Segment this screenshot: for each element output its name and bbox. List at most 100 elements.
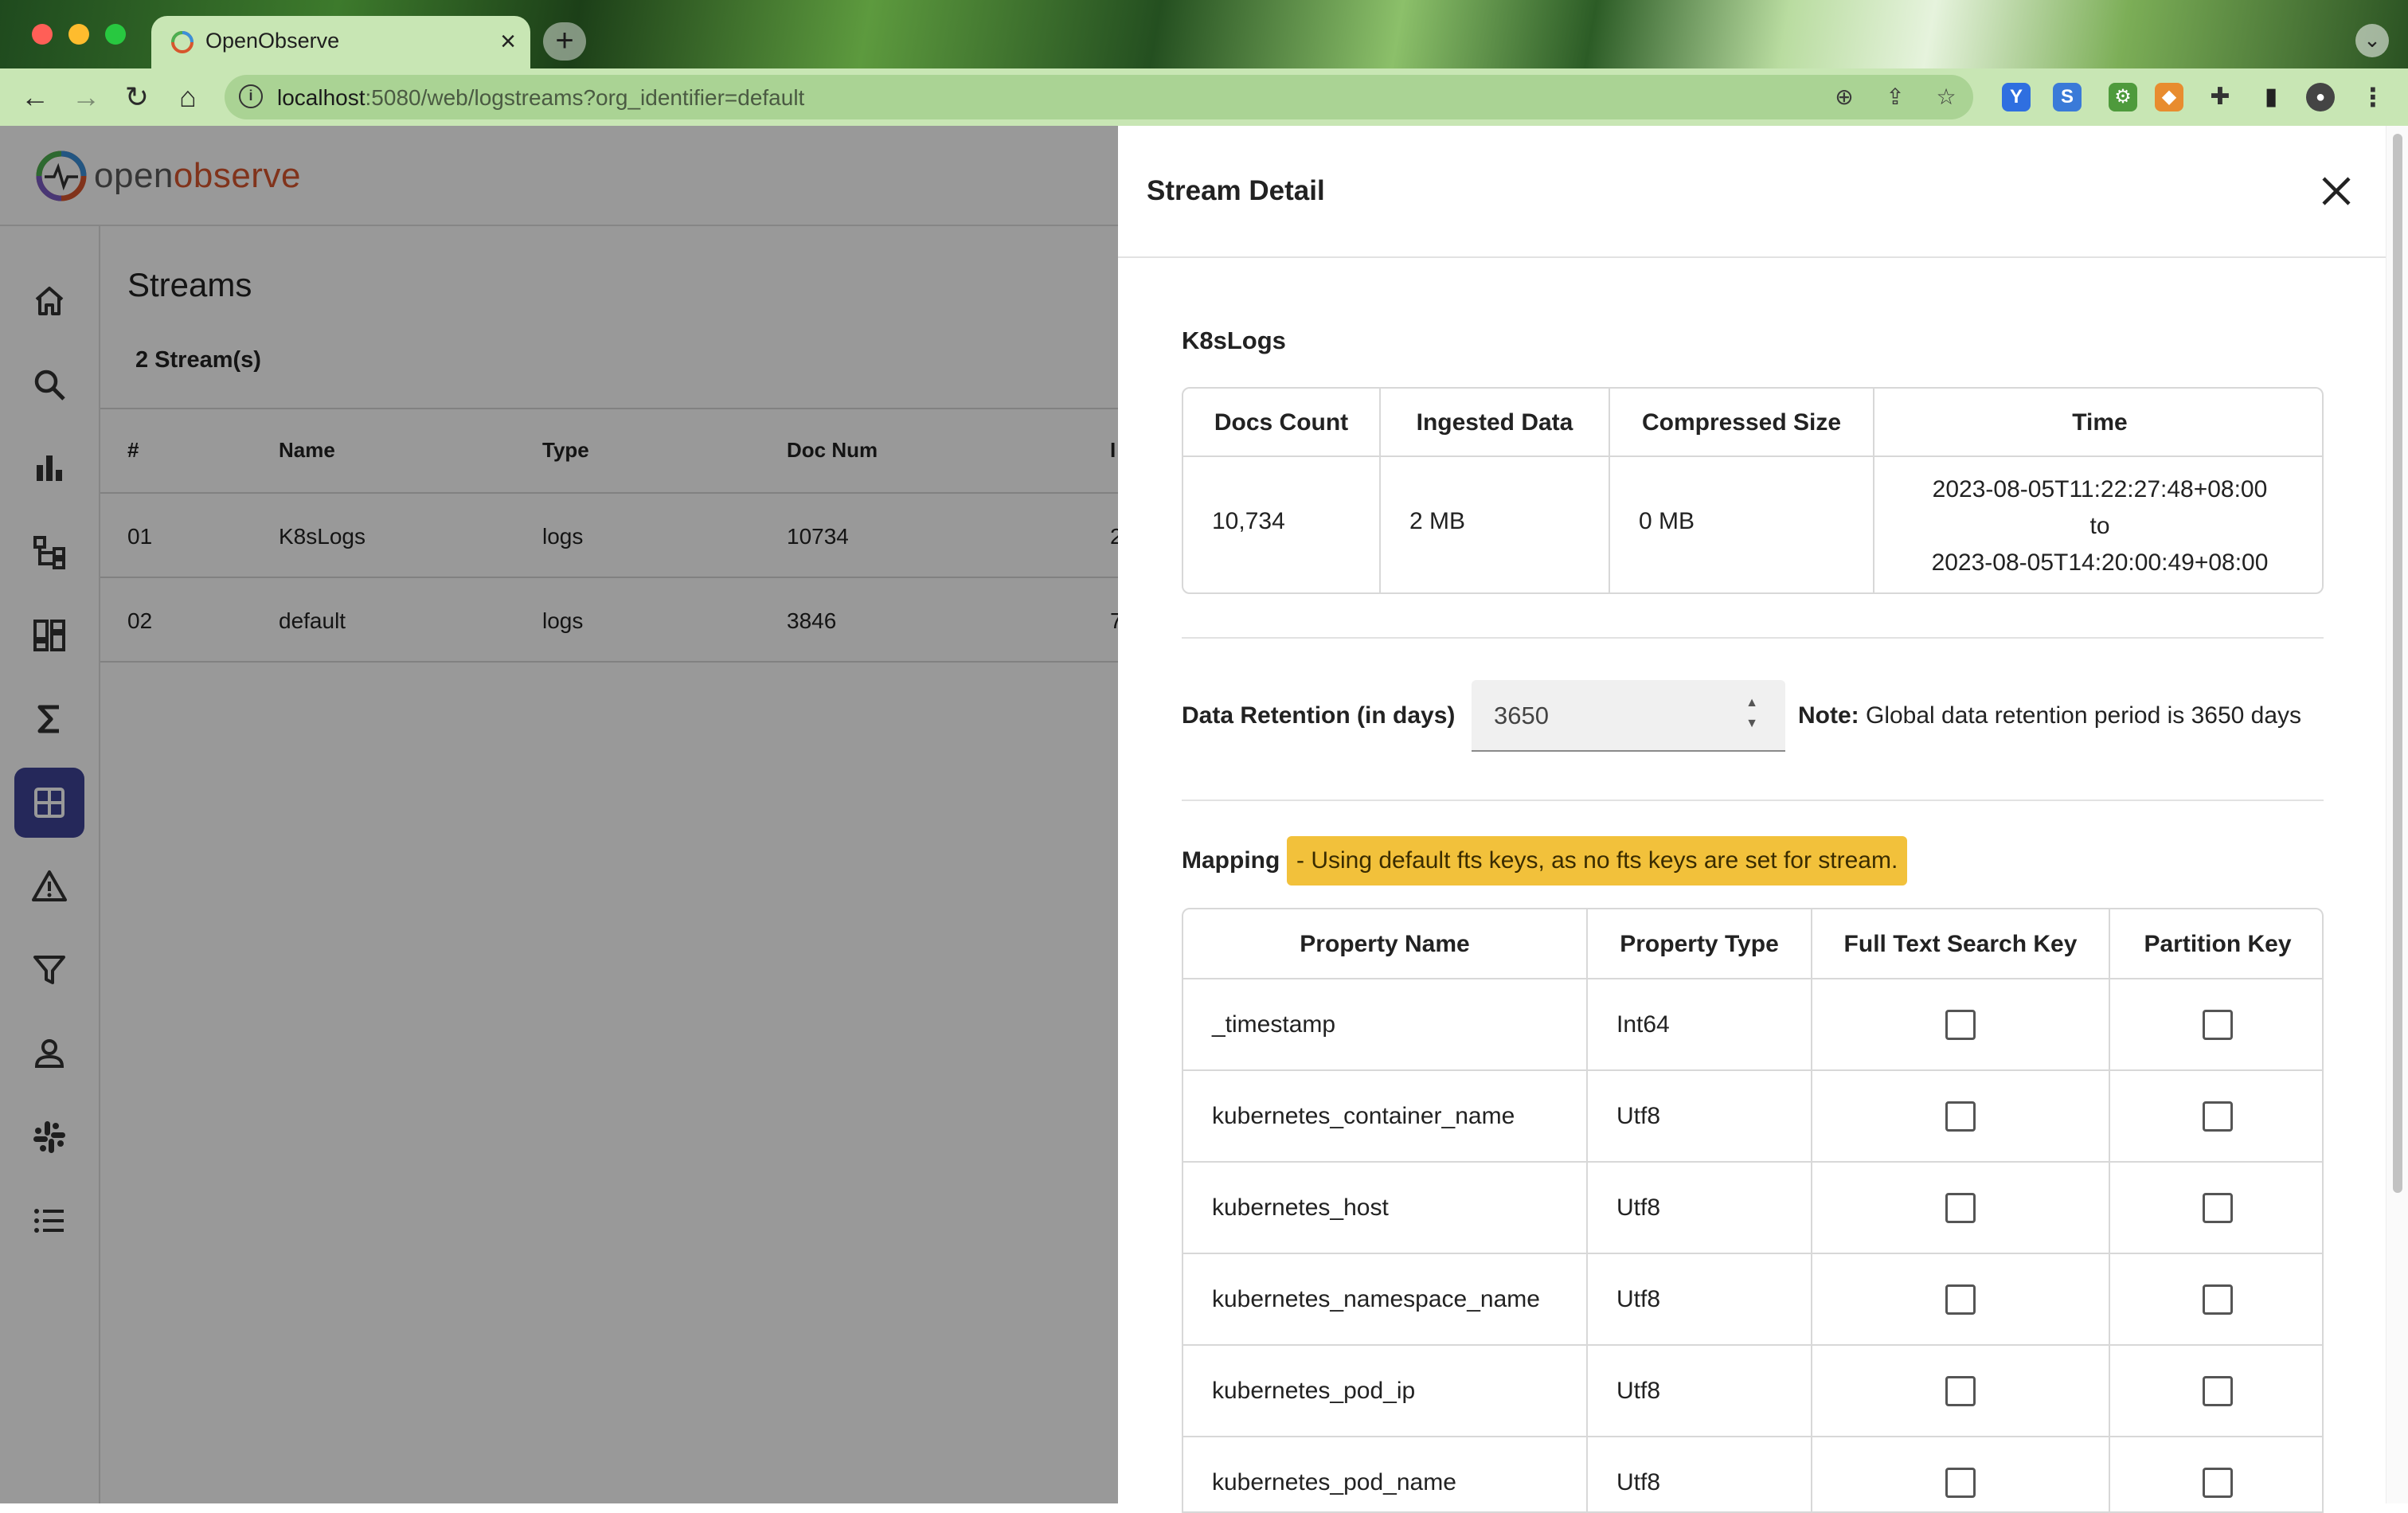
property-type: Utf8 <box>1616 1194 1661 1221</box>
drawer-scrollbar[interactable] <box>2386 126 2408 1503</box>
tab-title: OpenObserve <box>205 29 340 53</box>
tab-close-icon[interactable]: × <box>500 25 516 57</box>
compressed-value: 0 MB <box>1639 508 1695 534</box>
partition-key-checkbox[interactable] <box>2203 1192 2233 1223</box>
retention-label: Data Retention (in days) <box>1182 702 1456 729</box>
table-row: kubernetes_namespace_name Utf8 <box>1183 1254 2322 1346</box>
fts-key-checkbox[interactable] <box>1945 1192 1976 1223</box>
stepper-up-icon[interactable]: ▲ <box>1739 693 1765 713</box>
property-name: kubernetes_pod_ip <box>1212 1378 1416 1404</box>
divider <box>1182 800 2324 801</box>
time-to-word: to <box>2089 513 2110 539</box>
fts-key-checkbox[interactable] <box>1945 1284 1976 1315</box>
drawer-title: Stream Detail <box>1147 175 1325 206</box>
retention-value: 3650 <box>1494 702 1549 729</box>
fts-key-checkbox[interactable] <box>1945 1009 1976 1040</box>
forward-icon[interactable]: → <box>67 78 105 116</box>
property-type: Utf8 <box>1616 1286 1661 1312</box>
stats-header: Compressed Size <box>1610 389 1873 457</box>
stats-docs-count: Docs Count 10,734 <box>1183 389 1381 592</box>
mapping-table: Property Name Property Type Full Text Se… <box>1182 908 2324 1513</box>
side-panel-icon[interactable]: ▮ <box>2257 83 2285 111</box>
fts-key-checkbox[interactable] <box>1945 1375 1976 1406</box>
stream-detail-drawer: Stream Detail K8sLogs Docs Count 10,734 … <box>1118 126 2408 1513</box>
partition-key-checkbox[interactable] <box>2203 1284 2233 1315</box>
stepper-down-icon[interactable]: ▼ <box>1739 713 1765 734</box>
modal-backdrop[interactable] <box>0 126 1118 1503</box>
table-row: kubernetes_pod_ip Utf8 <box>1183 1346 2322 1437</box>
table-row: _timestamp Int64 <box>1183 979 2322 1071</box>
stats-header: Docs Count <box>1183 389 1379 457</box>
stats-compressed: Compressed Size 0 MB <box>1610 389 1874 592</box>
back-icon[interactable]: ← <box>16 78 54 116</box>
property-type: Utf8 <box>1616 1378 1661 1404</box>
window-close-button[interactable] <box>32 24 53 45</box>
time-from: 2023-08-05T11:22:27:48+08:00 <box>1932 476 2268 502</box>
window-minimize-button[interactable] <box>68 24 89 45</box>
browser-tab[interactable]: OpenObserve × <box>151 16 530 68</box>
partition-key-checkbox[interactable] <box>2203 1467 2233 1498</box>
openobserve-favicon-icon <box>171 31 194 53</box>
mapping-label: Mapping <box>1182 847 1280 874</box>
url-text: localhost:5080/web/logstreams?org_identi… <box>277 85 805 110</box>
property-type: Utf8 <box>1616 1469 1661 1495</box>
site-info-icon[interactable]: i <box>239 84 263 108</box>
stats-header: Time <box>1874 389 2322 457</box>
extension-y-icon[interactable]: Y <box>2002 83 2031 111</box>
browser-toolbar: ← → ↻ ⌂ i localhost:5080/web/logstreams?… <box>0 68 2408 126</box>
retention-input[interactable]: 3650 ▲ ▼ <box>1472 680 1785 752</box>
partition-key-checkbox[interactable] <box>2203 1375 2233 1406</box>
property-name: kubernetes_namespace_name <box>1212 1286 1540 1312</box>
property-name: kubernetes_container_name <box>1212 1103 1515 1129</box>
mapping-header-row: Property Name Property Type Full Text Se… <box>1183 909 2322 979</box>
property-name: _timestamp <box>1212 1011 1336 1038</box>
column-header-partition-key: Partition Key <box>2144 931 2292 957</box>
metamask-icon[interactable]: ◆ <box>2155 83 2183 111</box>
property-type: Int64 <box>1616 1011 1670 1038</box>
time-to: 2023-08-05T14:20:00:49+08:00 <box>1931 549 2269 576</box>
docs-count-value: 10,734 <box>1212 508 1285 534</box>
fts-key-checkbox[interactable] <box>1945 1467 1976 1498</box>
partition-key-checkbox[interactable] <box>2203 1101 2233 1132</box>
window-zoom-button[interactable] <box>105 24 126 45</box>
reload-icon[interactable]: ↻ <box>118 78 156 116</box>
table-row: kubernetes_host Utf8 <box>1183 1163 2322 1254</box>
column-header-fts-key: Full Text Search Key <box>1812 909 2110 978</box>
stats-ingested: Ingested Data 2 MB <box>1381 389 1610 592</box>
note-text: Global data retention period is 3650 day… <box>1866 702 2302 729</box>
bookmark-star-icon[interactable]: ☆ <box>1932 83 1960 111</box>
property-type: Utf8 <box>1616 1103 1661 1129</box>
ingested-value: 2 MB <box>1409 508 1466 534</box>
drawer-header: Stream Detail <box>1118 126 2386 258</box>
fts-key-checkbox[interactable] <box>1945 1101 1976 1132</box>
stream-stats-table: Docs Count 10,734 Ingested Data 2 MB Com… <box>1182 387 2324 594</box>
partition-key-checkbox[interactable] <box>2203 1009 2233 1040</box>
new-tab-button[interactable]: + <box>543 22 586 61</box>
mapping-warning-badge: - Using default fts keys, as no fts keys… <box>1287 836 1908 886</box>
home-browser-icon[interactable]: ⌂ <box>169 78 207 116</box>
note-label: Note: <box>1798 702 1859 729</box>
column-header-property-name: Property Name <box>1183 909 1588 978</box>
scrollbar-thumb[interactable] <box>2393 134 2402 1193</box>
table-row: kubernetes_pod_name Utf8 <box>1183 1437 2322 1511</box>
stream-name: K8sLogs <box>1182 326 1286 354</box>
share-icon[interactable]: ⇪ <box>1881 83 1910 111</box>
tab-search-button[interactable]: ⌄ <box>2355 24 2389 57</box>
browser-menu-icon[interactable]: ⋮ <box>2359 83 2387 111</box>
close-icon[interactable] <box>2316 170 2357 212</box>
zoom-icon[interactable]: ⊕ <box>1830 83 1859 111</box>
table-row: kubernetes_container_name Utf8 <box>1183 1071 2322 1163</box>
extensions-puzzle-icon[interactable]: ✚ <box>2206 83 2234 111</box>
retention-note: Note: Global data retention period is 36… <box>1798 702 2301 729</box>
profile-avatar[interactable]: ● <box>2306 83 2335 111</box>
extension-s-icon[interactable]: S <box>2053 83 2082 111</box>
property-name: kubernetes_pod_name <box>1212 1469 1456 1495</box>
address-bar[interactable]: i localhost:5080/web/logstreams?org_iden… <box>225 75 1973 119</box>
stats-header: Ingested Data <box>1381 389 1609 457</box>
divider <box>1182 637 2324 639</box>
stats-time: Time 2023-08-05T11:22:27:48+08:00 to 202… <box>1874 389 2322 592</box>
property-name: kubernetes_host <box>1212 1194 1389 1221</box>
extension-translate-icon[interactable]: ⚙ <box>2109 83 2137 111</box>
column-header-property-type: Property Type <box>1588 909 1812 978</box>
number-stepper[interactable]: ▲ ▼ <box>1739 693 1765 741</box>
